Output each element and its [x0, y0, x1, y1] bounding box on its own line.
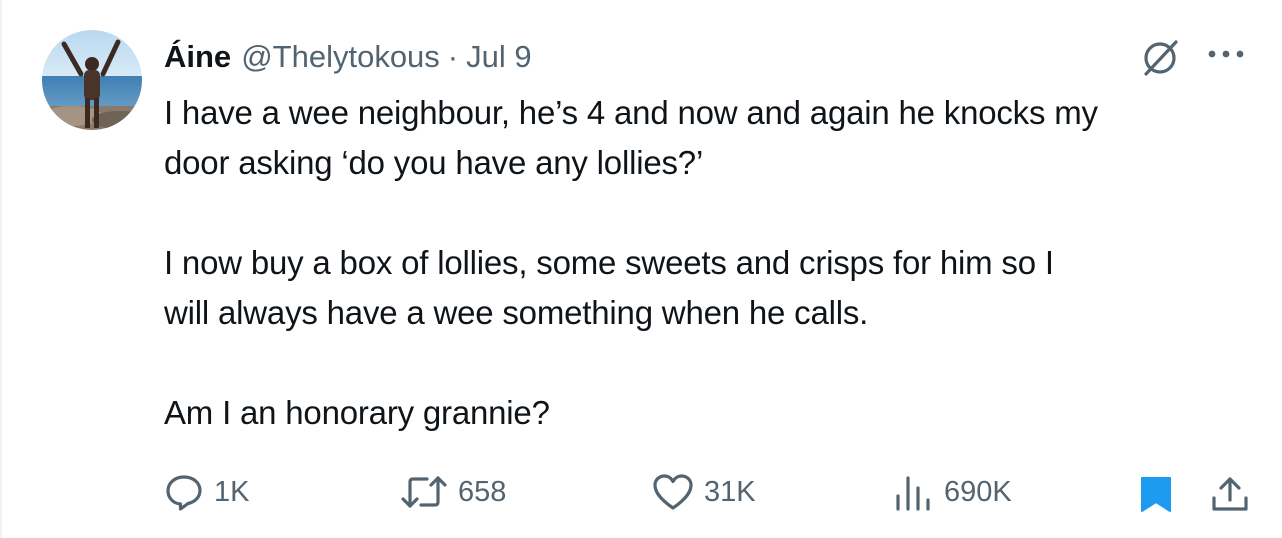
grok-icon[interactable]: [1140, 38, 1180, 83]
repost-count: 658: [458, 475, 507, 508]
tweet-header: Áine @Thelytokous · Jul 9: [164, 34, 532, 80]
tweet-line: I have a wee neighbour, he’s 4 and now a…: [164, 94, 1098, 131]
reply-count: 1K: [214, 475, 250, 508]
tweet-line: I now buy a box of lollies, some sweets …: [164, 244, 1054, 281]
views-count: 690K: [944, 475, 1012, 508]
author-name[interactable]: Áine: [164, 39, 231, 75]
repost-icon: [401, 476, 447, 508]
tweet-text: I have a wee neighbour, he’s 4 and now a…: [164, 88, 1264, 438]
like-count: 31K: [704, 475, 756, 508]
share-icon[interactable]: [1210, 474, 1250, 519]
more-icon[interactable]: [1204, 44, 1248, 69]
avatar[interactable]: [42, 30, 142, 130]
tweet-date[interactable]: Jul 9: [466, 39, 531, 75]
repost-button[interactable]: 658: [400, 470, 506, 514]
reply-button[interactable]: 1K: [164, 470, 249, 514]
views-button[interactable]: 690K: [892, 470, 1012, 514]
reply-icon: [166, 475, 202, 511]
like-button[interactable]: 31K: [652, 470, 756, 514]
like-icon: [653, 474, 693, 510]
header-separator: ·: [447, 39, 459, 74]
bookmark-icon[interactable]: [1139, 475, 1173, 518]
tweet-line: Am I an honorary grannie?: [164, 394, 550, 431]
tweet-line: will always have a wee something when he…: [164, 294, 869, 331]
left-border: [0, 0, 2, 538]
tweet-line: door asking ‘do you have any lollies?’: [164, 144, 704, 181]
views-icon: [896, 476, 930, 511]
author-handle[interactable]: @Thelytokous: [241, 39, 440, 75]
